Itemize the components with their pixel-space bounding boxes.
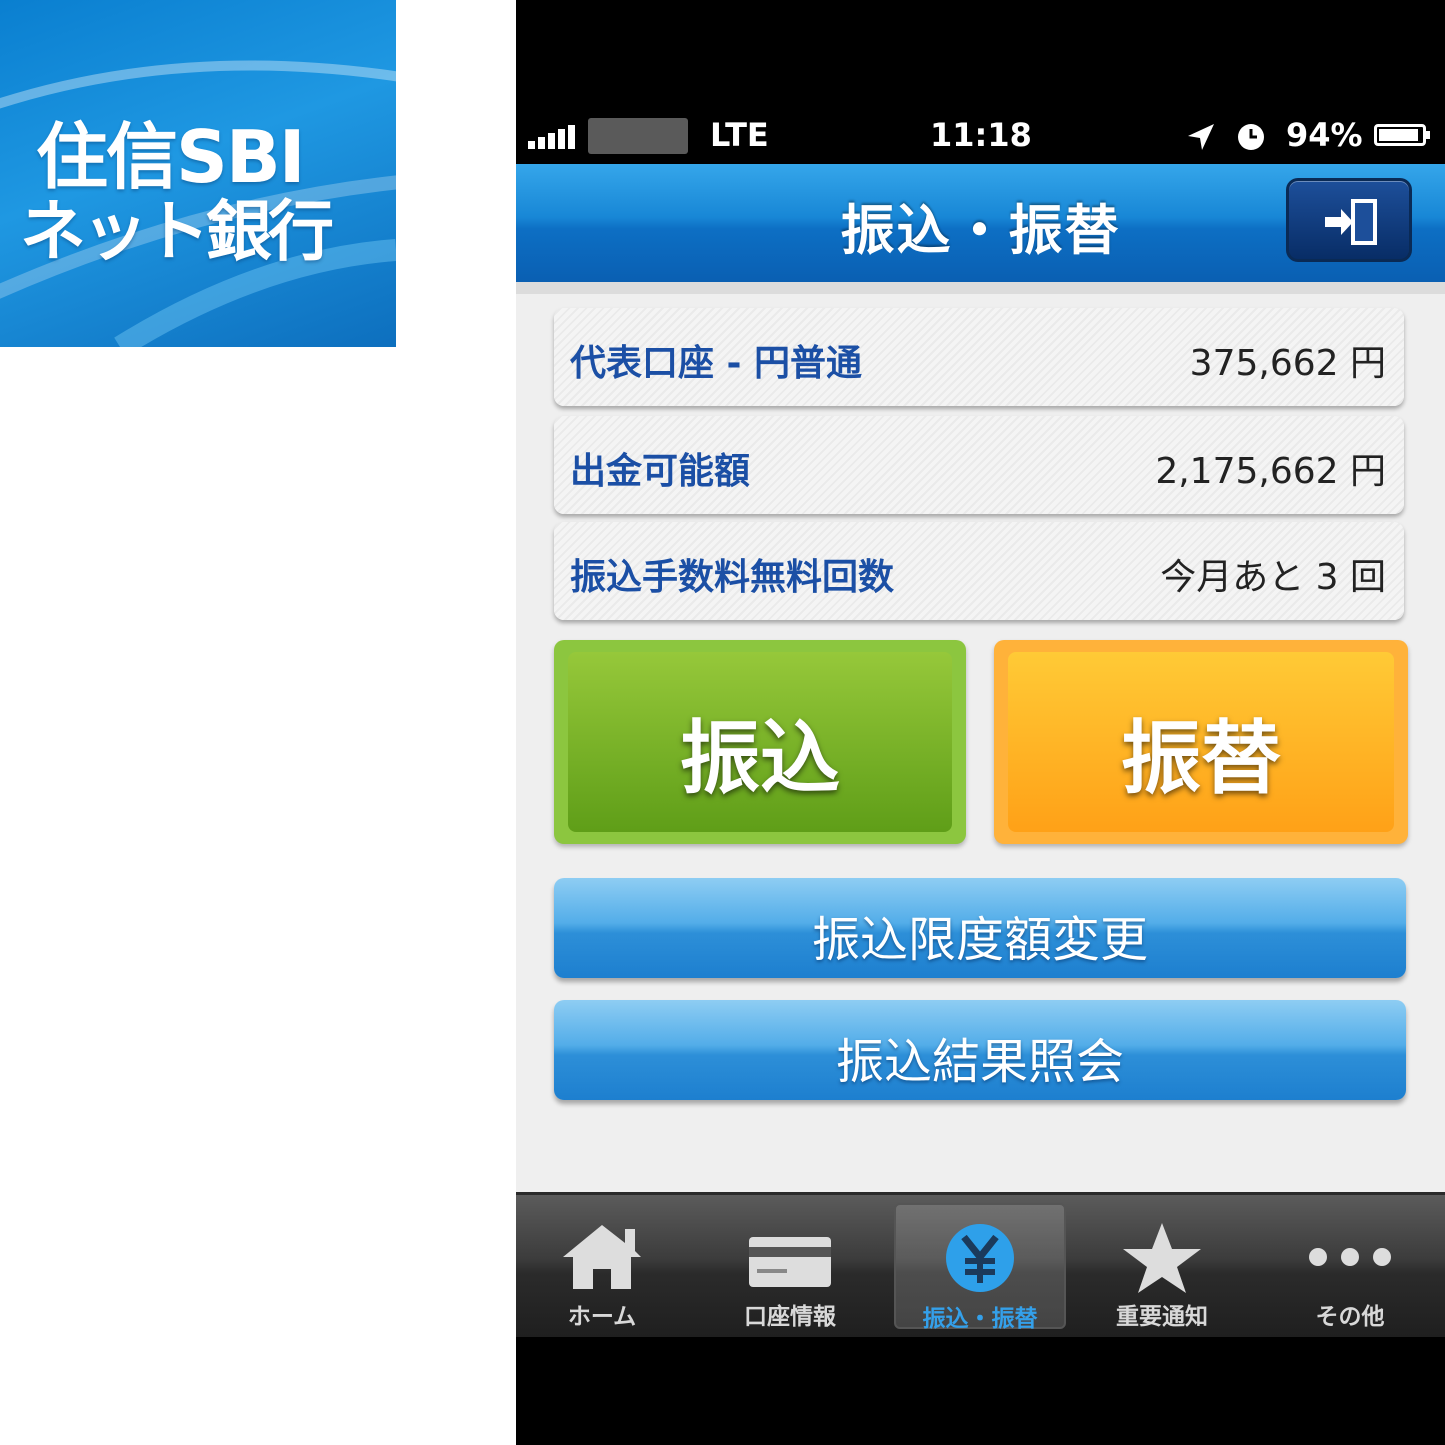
status-bar: LTE 11:18 94%	[516, 108, 1445, 164]
phone-screen: LTE 11:18 94% 振込・振替 代表口座 - 円普通 375,662 円…	[516, 0, 1445, 1445]
tab-home[interactable]: ホーム	[516, 1203, 688, 1330]
tab-bar: ホーム 口座情報 振込・振替 重要通知 その他	[516, 1192, 1445, 1337]
tab-transfer[interactable]: 振込・振替	[894, 1203, 1066, 1332]
info-label: 振込手数料無料回数	[570, 557, 895, 598]
transfer-button[interactable]: 振込	[554, 640, 966, 844]
yen-icon	[946, 1224, 1014, 1292]
info-value: 375,662 円	[1189, 343, 1386, 384]
tab-label: 口座情報	[744, 1304, 836, 1330]
navigation-bar: 振込・振替	[516, 164, 1445, 294]
carrier-name-redacted	[588, 118, 688, 154]
transfer-limit-change-button[interactable]: 振込限度額変更	[554, 878, 1406, 978]
location-arrow-icon	[1188, 124, 1214, 150]
signal-icon	[528, 125, 575, 149]
info-value: 今月あと 3 回	[1160, 557, 1386, 598]
tab-label: その他	[1315, 1304, 1385, 1330]
transfer-button-label: 振込	[680, 712, 840, 805]
withdrawable-amount-row: 出金可能額 2,175,662 円	[554, 416, 1404, 514]
account-balance-row: 代表口座 - 円普通 375,662 円	[554, 308, 1404, 406]
tab-label: 重要通知	[1116, 1304, 1208, 1330]
logout-button[interactable]	[1286, 178, 1412, 262]
free-transfer-count-row: 振込手数料無料回数 今月あと 3 回	[554, 522, 1404, 620]
tab-important-notices[interactable]: 重要通知	[1076, 1203, 1248, 1330]
star-icon	[1123, 1223, 1201, 1293]
logout-icon	[1325, 199, 1377, 245]
battery-percent: 94%	[1286, 116, 1363, 154]
main-content: 代表口座 - 円普通 375,662 円 出金可能額 2,175,662 円 振…	[516, 294, 1445, 1192]
clock-time: 11:18	[930, 116, 1032, 154]
tab-other[interactable]: その他	[1264, 1203, 1436, 1330]
battery-icon	[1374, 124, 1430, 146]
info-label: 代表口座 - 円普通	[570, 343, 863, 384]
alarm-clock-icon	[1238, 124, 1264, 150]
network-type: LTE	[710, 116, 769, 154]
card-icon	[749, 1237, 831, 1287]
more-dots-icon	[1309, 1248, 1391, 1266]
logo-line-2: ネット銀行	[20, 193, 334, 270]
result-inquiry-label: 振込結果照会	[835, 1034, 1124, 1090]
exchange-button-label: 振替	[1121, 712, 1281, 805]
tab-label: ホーム	[567, 1304, 637, 1330]
account-exchange-button[interactable]: 振替	[994, 640, 1408, 844]
limit-change-label: 振込限度額変更	[811, 912, 1148, 968]
tab-label: 振込・振替	[922, 1306, 1038, 1332]
home-icon	[563, 1225, 641, 1289]
info-value: 2,175,662 円	[1155, 451, 1386, 492]
bank-logo: 住信SBI ネット銀行	[0, 0, 396, 347]
transfer-result-inquiry-button[interactable]: 振込結果照会	[554, 1000, 1406, 1100]
info-label: 出金可能額	[570, 451, 751, 492]
tab-account-info[interactable]: 口座情報	[704, 1203, 876, 1330]
